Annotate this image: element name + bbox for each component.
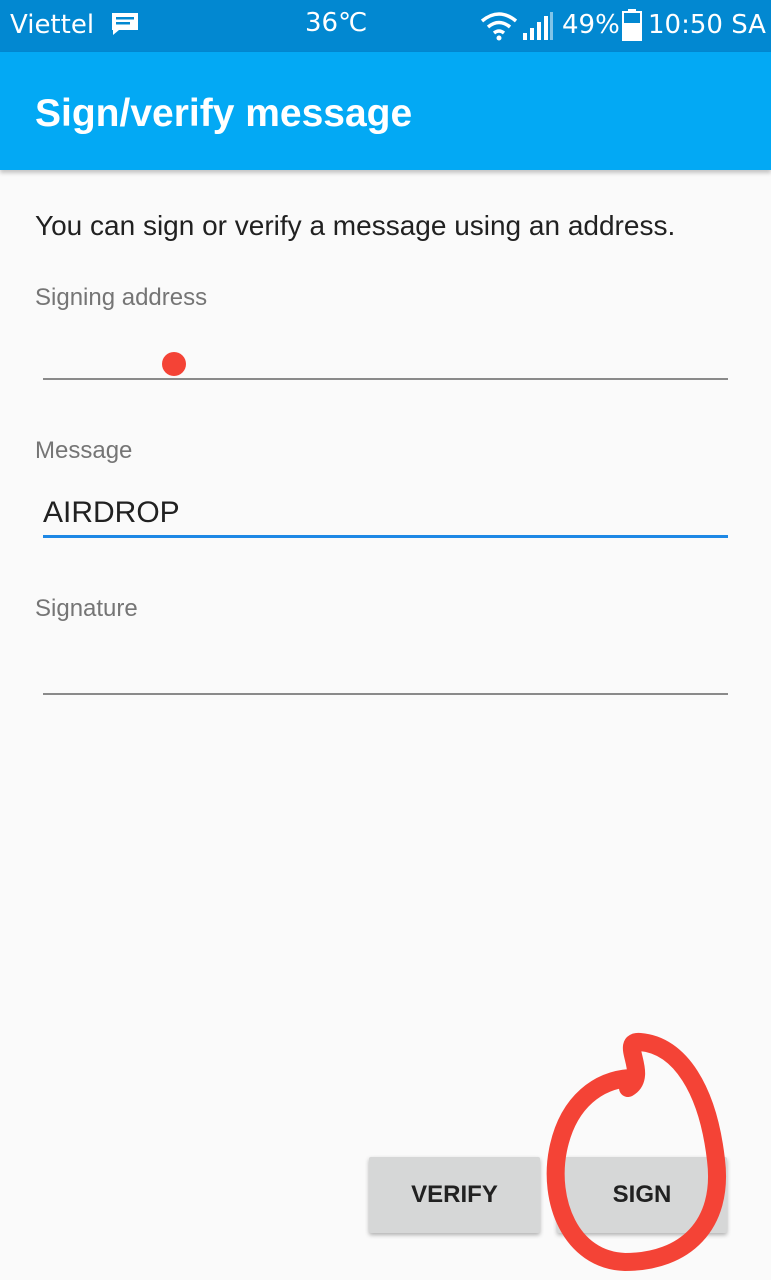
page-title: Sign/verify message [35,92,413,135]
message-label: Message [35,437,133,464]
status-bar: Viettel 36℃ 49% 10:50 SA [0,0,771,52]
intro-text: You can sign or verify a message using a… [35,210,676,241]
clock-time: 10:50 SA [648,10,766,40]
app-bar: Sign/verify message [0,52,771,170]
signature-label: Signature [35,595,138,622]
signing-address-input[interactable] [43,332,728,380]
annotation-dot [162,352,186,376]
battery-icon [622,9,642,41]
wifi-icon [480,12,518,41]
annotation-circle [546,1033,727,1271]
carrier-name: Viettel [10,10,95,40]
signal-strength-icon [523,12,553,40]
signing-address-label: Signing address [35,284,208,311]
battery-percentage: 49% [562,10,620,40]
signature-input[interactable] [43,647,728,695]
message-notification-icon [112,13,138,35]
temperature-text: 36℃ [305,8,368,38]
message-input[interactable] [43,490,728,538]
verify-button[interactable]: VERIFY [369,1157,540,1233]
sign-button[interactable]: SIGN [557,1157,727,1233]
